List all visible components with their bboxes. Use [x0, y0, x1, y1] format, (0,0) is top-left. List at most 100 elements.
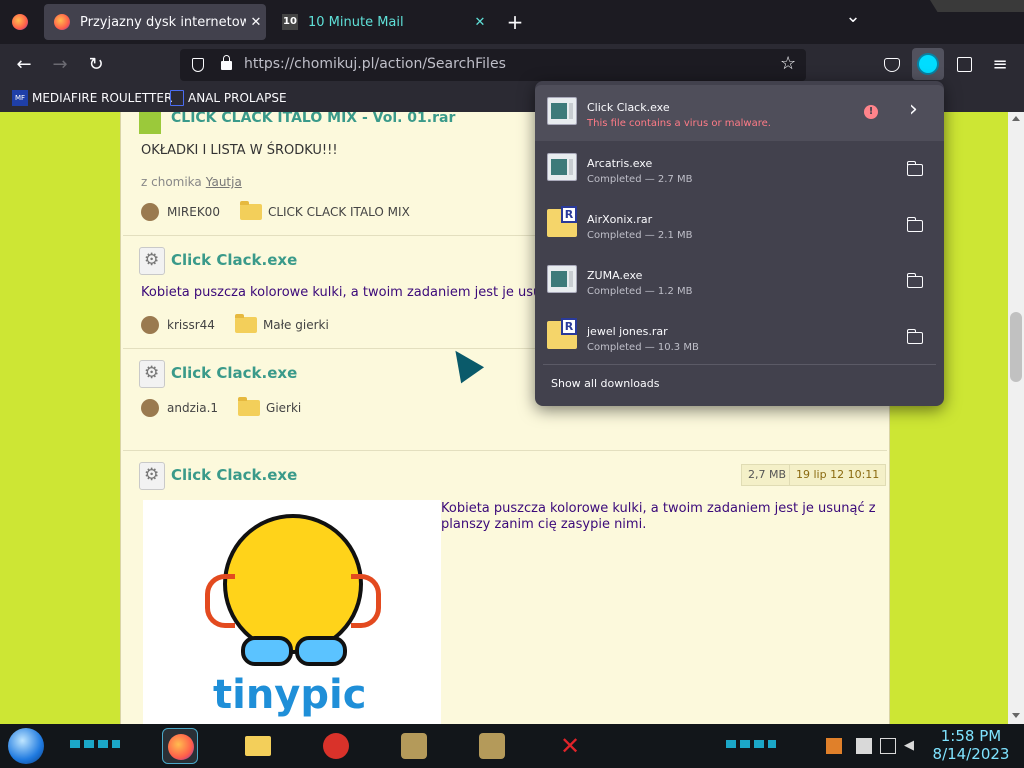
tab-bar: Przyjazny dysk internetowy - Chomikuj.pl… — [0, 0, 1024, 44]
download-status: Completed — 10.3 MB — [587, 342, 699, 353]
source-user-link[interactable]: Yautja — [206, 175, 242, 189]
user-link[interactable]: krissr44 — [167, 318, 215, 332]
tab-title: Przyjazny dysk internetowy - Chomikuj.pl — [80, 14, 246, 30]
download-name: Click Clack.exe — [587, 101, 670, 114]
download-status: Completed — 1.2 MB — [587, 286, 693, 297]
page-scrollbar[interactable] — [1008, 112, 1024, 724]
menu-button[interactable]: ≡ — [987, 52, 1013, 78]
pocket-icon[interactable] — [884, 58, 900, 72]
new-tab-button[interactable]: + — [504, 10, 526, 34]
result-meta: andzia.1 Gierki — [141, 397, 301, 417]
tracking-protection-shield-icon[interactable] — [192, 58, 204, 72]
download-status: Completed — 2.7 MB — [587, 174, 693, 185]
url-text[interactable]: https://chomikuj.pl/action/SearchFiles — [244, 56, 506, 72]
user-link[interactable]: andzia.1 — [167, 401, 218, 415]
tray-icon[interactable] — [856, 738, 872, 754]
exe-file-icon — [139, 462, 165, 490]
firefox-taskbar-icon[interactable] — [162, 728, 198, 764]
open-folder-icon[interactable] — [907, 329, 923, 344]
bookmark-label: MEDIAFIRE ROULETTER — [32, 91, 173, 105]
exe-file-icon — [547, 265, 577, 293]
taskbar: ✕ ◀ 1:58 PM 8/14/2023 — [0, 724, 1024, 768]
character-icon — [401, 733, 427, 759]
extensions-icon[interactable] — [957, 57, 972, 72]
scroll-down-icon[interactable] — [1012, 713, 1020, 718]
download-item[interactable]: R AirXonix.rar Completed — 2.1 MB — [535, 197, 944, 253]
close-tab-icon[interactable]: ✕ — [470, 15, 490, 30]
preview-image[interactable]: tinypic — [143, 500, 441, 724]
file-date-badge: 19 lip 12 10:11 — [789, 464, 887, 486]
folder-link[interactable]: Małe gierki — [263, 318, 329, 332]
bookmark-mediafire-rouletter[interactable]: MF MEDIAFIRE ROULETTER — [12, 90, 172, 106]
clock-time: 1:58 PM — [940, 727, 1002, 745]
result-title[interactable]: Click Clack.exe — [171, 251, 297, 269]
exe-file-icon — [139, 247, 165, 275]
download-name: Arcatris.exe — [587, 157, 653, 170]
network-icon[interactable] — [880, 738, 896, 754]
download-item[interactable]: Click Clack.exe This file contains a vir… — [535, 85, 944, 141]
divider — [123, 450, 887, 451]
bookmark-flag-icon — [170, 90, 184, 106]
character-icon — [479, 733, 505, 759]
back-button[interactable]: ← — [11, 52, 37, 78]
close-tab-icon[interactable]: ✕ — [246, 15, 266, 30]
volume-icon[interactable]: ◀ — [904, 738, 920, 754]
mediafire-icon: MF — [12, 90, 28, 106]
result-title[interactable]: Click Clack.exe — [171, 466, 297, 484]
open-folder-icon[interactable] — [907, 217, 923, 232]
result-title[interactable]: Click Clack.exe — [171, 364, 297, 382]
warning-icon: ! — [864, 105, 878, 119]
result-title[interactable]: CLICK CLACK ITALO MIX - Vol. 01.rar — [171, 112, 455, 126]
left-arm — [205, 574, 235, 628]
red-x-icon: ✕ — [559, 732, 581, 760]
app-taskbar-icon[interactable] — [396, 728, 432, 764]
tab-chomikuj[interactable]: Przyjazny dysk internetowy - Chomikuj.pl… — [44, 4, 266, 40]
left-shoe — [241, 636, 293, 666]
bookmark-anal-prolapse[interactable]: ANAL PROLAPSE — [170, 90, 287, 106]
right-arm — [351, 574, 381, 628]
app-taskbar-icon[interactable] — [318, 728, 354, 764]
sad-face-graphic — [223, 514, 363, 654]
show-all-downloads-link[interactable]: Show all downloads — [551, 377, 659, 390]
firefox-view-icon[interactable] — [12, 14, 28, 30]
app-taskbar-icon[interactable] — [474, 728, 510, 764]
lock-shackle-icon — [223, 55, 230, 63]
list-tabs-button[interactable]: ⌄ — [842, 6, 864, 27]
start-orb-icon[interactable] — [8, 728, 44, 764]
result-description: Kobieta puszcza kolorowe kulki, a twoim … — [441, 501, 876, 516]
folder-icon — [239, 201, 262, 220]
scroll-up-icon[interactable] — [1012, 116, 1020, 121]
tab-10minutemail[interactable]: 10 10 Minute Mail ✕ — [272, 4, 490, 40]
result-description: Kobieta puszcza kolorowe kulki, a twoim … — [141, 285, 542, 300]
app-taskbar-icon[interactable]: ✕ — [552, 728, 588, 764]
result-description: OKŁADKI I LISTA W ŚRODKU!!! — [141, 143, 338, 158]
download-status: Completed — 2.1 MB — [587, 230, 693, 241]
panel-divider — [543, 364, 936, 365]
tray-icon[interactable] — [826, 738, 842, 754]
download-item[interactable]: ZUMA.exe Completed — 1.2 MB — [535, 253, 944, 309]
reload-button[interactable]: ↻ — [83, 52, 109, 78]
folder-link[interactable]: Gierki — [266, 401, 301, 415]
open-folder-icon[interactable] — [907, 161, 923, 176]
downloads-button[interactable] — [912, 48, 944, 80]
details-arrow-icon[interactable]: › — [909, 97, 918, 122]
exe-file-icon — [547, 97, 577, 125]
exe-file-icon — [139, 360, 165, 388]
download-status: This file contains a virus or malware. — [587, 118, 771, 129]
rar-archive-icon: R — [547, 318, 577, 349]
folder-link[interactable]: CLICK CLACK ITALO MIX — [268, 205, 410, 219]
open-folder-icon[interactable] — [907, 273, 923, 288]
user-link[interactable]: MIREK00 — [167, 205, 220, 219]
tab-title: 10 Minute Mail — [308, 14, 404, 30]
system-clock[interactable]: 1:58 PM 8/14/2023 — [928, 727, 1014, 763]
bookmark-star-icon[interactable]: ☆ — [780, 53, 796, 74]
tinypic-logo-text: tinypic — [213, 672, 367, 718]
download-item[interactable]: Arcatris.exe Completed — 2.7 MB — [535, 141, 944, 197]
forward-button[interactable]: → — [47, 52, 73, 78]
navigation-toolbar: ← → ↻ https://chomikuj.pl/action/SearchF… — [0, 44, 1024, 86]
explorer-taskbar-icon[interactable] — [240, 728, 276, 764]
scrollbar-thumb[interactable] — [1010, 312, 1022, 382]
url-bar[interactable]: https://chomikuj.pl/action/SearchFiles ☆ — [180, 49, 806, 81]
firefox-icon — [54, 14, 70, 30]
download-item[interactable]: R jewel jones.rar Completed — 10.3 MB — [535, 309, 944, 365]
